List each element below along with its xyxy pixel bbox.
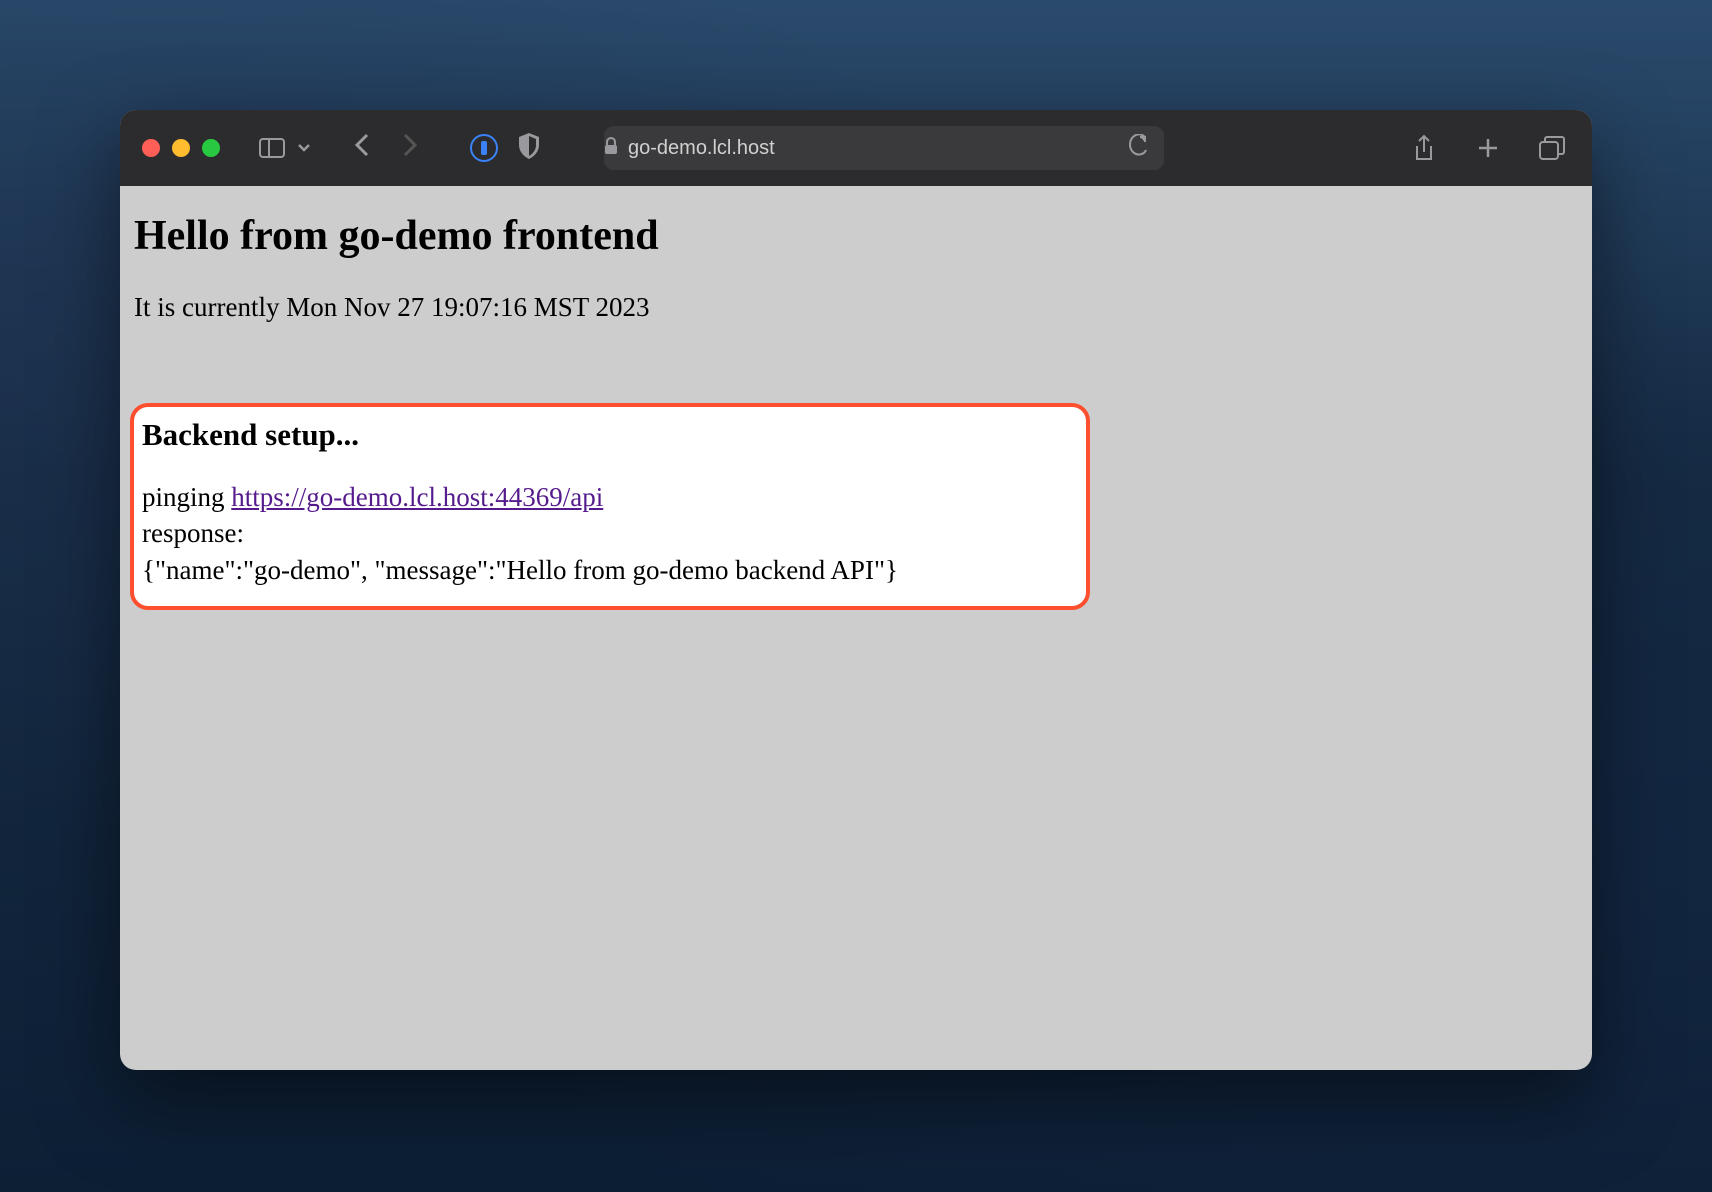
minimize-window-button[interactable]: [172, 139, 190, 157]
chevron-down-icon[interactable]: [294, 130, 314, 166]
url-text: go-demo.lcl.host: [628, 137, 775, 160]
navigation-arrows: [348, 131, 424, 166]
backend-body: pinging https://go-demo.lcl.host:44369/a…: [142, 479, 1078, 588]
onepassword-extension-icon[interactable]: [470, 134, 498, 162]
forward-button[interactable]: [396, 131, 424, 166]
sidebar-toggle-group: [254, 130, 314, 166]
share-button[interactable]: [1406, 130, 1442, 166]
extension-icons: [470, 133, 540, 164]
timestamp-value: Mon Nov 27 19:07:16 MST 2023: [286, 292, 649, 322]
window-controls: [142, 139, 220, 157]
new-tab-button[interactable]: [1470, 130, 1506, 166]
safari-browser-window: go-demo.lcl.host: [120, 110, 1592, 1070]
timestamp-prefix: It is currently: [134, 292, 286, 322]
ping-prefix: pinging: [142, 482, 231, 512]
browser-toolbar: go-demo.lcl.host: [120, 110, 1592, 186]
reload-button[interactable]: [1128, 134, 1148, 162]
address-bar[interactable]: go-demo.lcl.host: [604, 126, 1164, 170]
lock-icon: [604, 137, 618, 160]
sidebar-toggle-button[interactable]: [254, 130, 290, 166]
zoom-window-button[interactable]: [202, 139, 220, 157]
response-body: {"name":"go-demo", "message":"Hello from…: [142, 552, 1078, 588]
privacy-shield-icon[interactable]: [518, 133, 540, 164]
response-label: response:: [142, 515, 1078, 551]
page-content: Hello from go-demo frontend It is curren…: [120, 186, 1592, 636]
toolbar-right-icons: [1406, 130, 1570, 166]
backend-highlight-box: Backend setup... pinging https://go-demo…: [130, 403, 1090, 610]
ping-line: pinging https://go-demo.lcl.host:44369/a…: [142, 479, 1078, 515]
back-button[interactable]: [348, 131, 376, 166]
page-title: Hello from go-demo frontend: [134, 212, 1578, 260]
tabs-overview-button[interactable]: [1534, 130, 1570, 166]
api-url-link[interactable]: https://go-demo.lcl.host:44369/api: [231, 482, 603, 512]
close-window-button[interactable]: [142, 139, 160, 157]
backend-heading: Backend setup...: [142, 417, 1078, 453]
timestamp-line: It is currently Mon Nov 27 19:07:16 MST …: [134, 292, 1578, 323]
